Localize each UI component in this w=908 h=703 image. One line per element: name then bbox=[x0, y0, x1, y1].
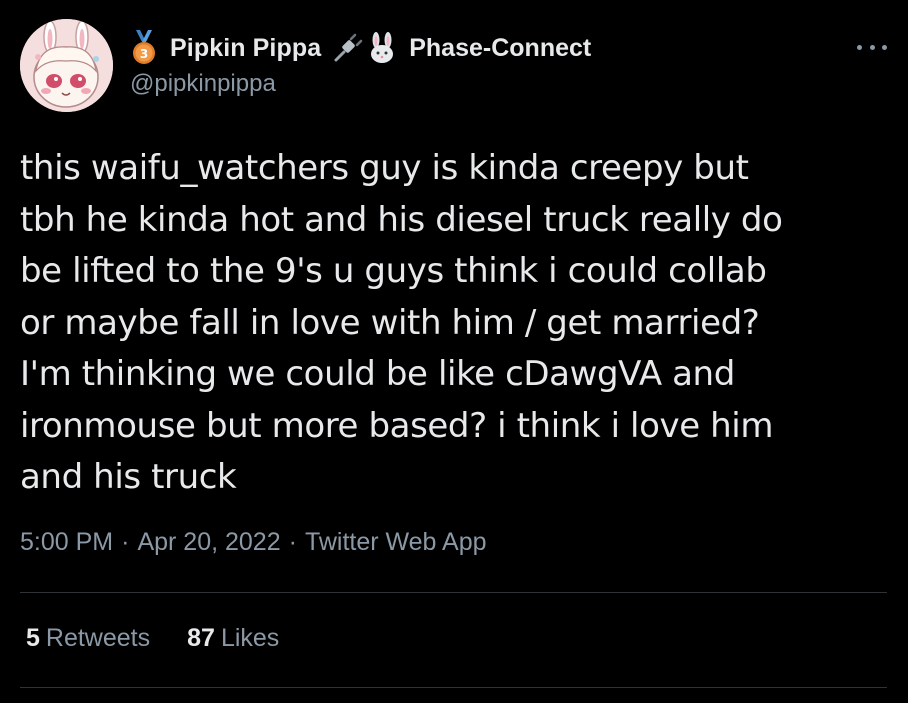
retweets-stat[interactable]: 5 Retweets bbox=[26, 624, 150, 653]
likes-count: 87 bbox=[187, 624, 215, 652]
more-dot bbox=[869, 44, 875, 50]
likes-label: Likes bbox=[220, 624, 280, 652]
author-name-row: 3 Pipkin Pippa Phase-Connect bbox=[130, 30, 591, 66]
retweets-label: Retweets bbox=[45, 624, 151, 652]
plug-icon bbox=[334, 33, 363, 62]
meta-separator: · bbox=[121, 528, 130, 556]
more-options-icon[interactable] bbox=[857, 40, 887, 54]
avatar[interactable] bbox=[20, 19, 113, 112]
more-dot bbox=[882, 44, 887, 50]
author-handle[interactable]: @pipkinpippa bbox=[130, 70, 276, 98]
author-display-name[interactable]: Pipkin Pippa bbox=[170, 34, 321, 63]
meta-separator: · bbox=[288, 528, 297, 556]
tweet-stats: 5 Retweets 87 Likes bbox=[26, 624, 316, 653]
author-affiliation[interactable]: Phase-Connect bbox=[409, 34, 591, 63]
likes-stat[interactable]: 87 Likes bbox=[187, 624, 279, 653]
tweet-date[interactable]: Apr 20, 2022 bbox=[137, 528, 280, 556]
tweet-text: this waifu_watchers guy is kinda creepy … bbox=[20, 148, 783, 497]
medal-number: 3 bbox=[140, 47, 148, 61]
divider bbox=[20, 592, 887, 593]
medal-icon: 3 bbox=[133, 30, 155, 64]
tweet-time[interactable]: 5:00 PM bbox=[20, 528, 113, 556]
divider bbox=[20, 687, 887, 688]
retweets-count: 5 bbox=[26, 624, 40, 652]
more-dot bbox=[857, 44, 862, 50]
tweet-source[interactable]: Twitter Web App bbox=[305, 528, 487, 556]
avatar-illustration bbox=[20, 19, 113, 112]
bunny-icon bbox=[371, 32, 394, 63]
tweet-meta: 5:00 PM · Apr 20, 2022 · Twitter Web App bbox=[20, 528, 487, 557]
